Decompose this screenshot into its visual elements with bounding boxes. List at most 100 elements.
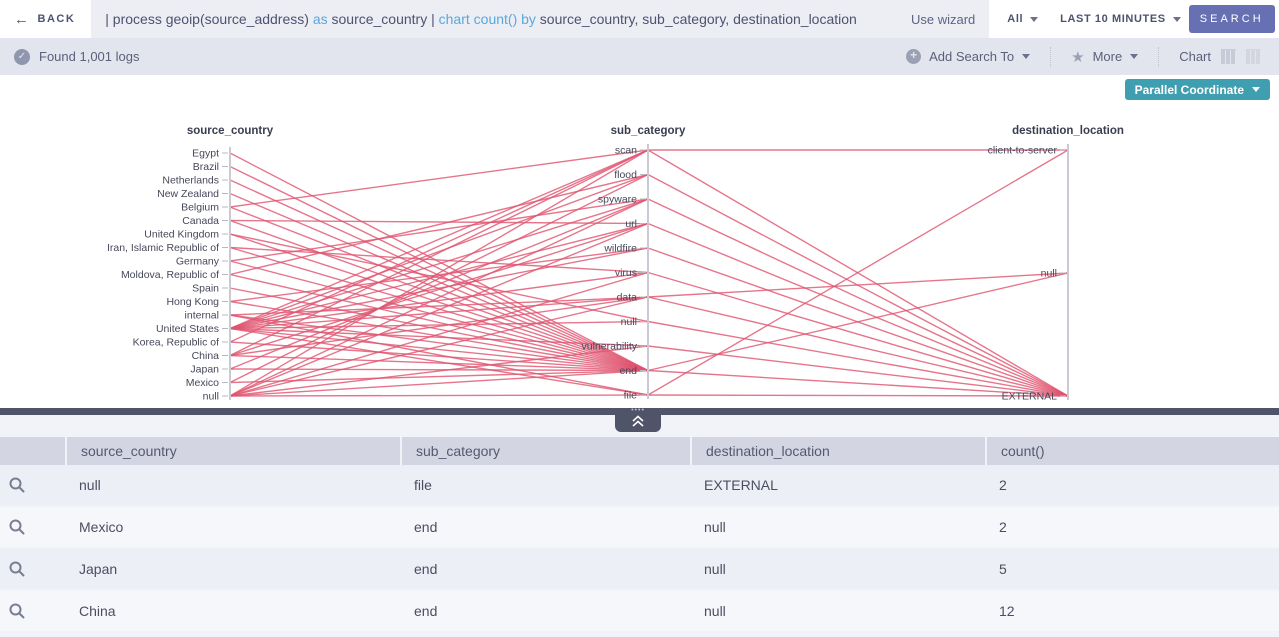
add-search-to-dropdown[interactable]: + Add Search To xyxy=(906,49,1030,64)
chevron-down-icon xyxy=(1173,17,1181,22)
chart-label: Chart xyxy=(1179,49,1211,64)
use-wizard-link[interactable]: Use wizard xyxy=(897,12,975,27)
svg-text:Korea, Republic of: Korea, Republic of xyxy=(133,337,219,349)
table-cell: file xyxy=(400,477,690,493)
svg-text:spyware: spyware xyxy=(598,194,637,206)
svg-text:EXTERNAL: EXTERNAL xyxy=(1002,391,1058,403)
table-cell: 2 xyxy=(985,519,1279,535)
svg-text:Iran, Islamic Republic of: Iran, Islamic Republic of xyxy=(107,242,219,254)
column-header-destination-location[interactable]: destination_location xyxy=(690,437,985,465)
dense-grid-view-icon[interactable] xyxy=(1246,49,1261,64)
svg-text:wildfire: wildfire xyxy=(603,243,637,255)
svg-text:file: file xyxy=(624,390,638,402)
svg-text:client-to-server: client-to-server xyxy=(988,145,1058,157)
svg-text:China: China xyxy=(192,350,220,362)
column-header-source-country[interactable]: source_country xyxy=(65,437,400,465)
svg-text:null: null xyxy=(621,316,637,328)
check-circle-icon: ✓ xyxy=(14,49,30,65)
chevron-down-icon xyxy=(1030,17,1038,22)
table-cell: end xyxy=(400,519,690,535)
table-cell: null xyxy=(690,519,985,535)
svg-text:Spain: Spain xyxy=(192,283,219,295)
svg-text:United States: United States xyxy=(156,323,219,335)
table-row[interactable]: Japanendnull5 xyxy=(0,549,1279,589)
svg-text:United Kingdom: United Kingdom xyxy=(144,229,219,241)
query-input[interactable]: | process geoip(source_address) as sourc… xyxy=(105,11,897,27)
svg-text:internal: internal xyxy=(185,310,219,322)
table-cell: 12 xyxy=(985,603,1279,619)
collapse-table-button[interactable]: •••• xyxy=(615,408,661,432)
svg-text:Germany: Germany xyxy=(176,256,220,268)
top-search-bar: ← BACK | process geoip(source_address) a… xyxy=(0,0,1279,38)
svg-text:New Zealand: New Zealand xyxy=(157,188,219,200)
query-keyword: as xyxy=(313,11,328,27)
table-cell: 5 xyxy=(985,561,1279,577)
svg-text:null: null xyxy=(1041,268,1057,280)
add-search-to-label: Add Search To xyxy=(929,49,1014,64)
svg-text:end: end xyxy=(619,365,637,377)
svg-text:Belgium: Belgium xyxy=(181,202,219,214)
svg-text:Japan: Japan xyxy=(190,364,219,376)
row-icon-cell xyxy=(0,560,65,578)
table-row[interactable]: Chinaendnull12 xyxy=(0,591,1279,631)
row-icon-cell xyxy=(0,602,65,620)
plus-circle-icon: + xyxy=(906,49,921,64)
chevron-down-icon xyxy=(1022,54,1030,59)
chevron-down-icon xyxy=(1130,54,1138,59)
magnifier-icon[interactable] xyxy=(8,602,26,620)
magnifier-icon[interactable] xyxy=(8,518,26,536)
svg-text:virus: virus xyxy=(615,267,637,279)
panel-divider[interactable]: •••• xyxy=(0,408,1279,415)
chart-type-dropdown[interactable]: Parallel Coordinate xyxy=(1125,79,1270,100)
svg-text:Moldova, Republic of: Moldova, Republic of xyxy=(121,269,219,281)
table-cell: Mexico xyxy=(65,519,400,535)
chevron-down-icon xyxy=(1252,87,1260,92)
double-chevron-up-icon xyxy=(629,414,647,427)
search-status: ✓ Found 1,001 logs xyxy=(14,49,139,65)
table-row[interactable]: nullfileEXTERNAL2 xyxy=(0,465,1279,505)
search-button[interactable]: SEARCH xyxy=(1189,5,1275,33)
scope-label: All xyxy=(1007,13,1023,25)
svg-text:data: data xyxy=(617,292,638,304)
time-range-dropdown[interactable]: LAST 10 MINUTES xyxy=(1060,13,1181,25)
table-body: nullfileEXTERNAL2Mexicoendnull2Japanendn… xyxy=(0,465,1279,631)
svg-text:Brazil: Brazil xyxy=(193,161,219,173)
svg-text:sub_category: sub_category xyxy=(611,125,686,137)
more-dropdown[interactable]: ★ More xyxy=(1071,48,1138,66)
column-header-count[interactable]: count() xyxy=(985,437,1279,465)
table-cell: null xyxy=(690,561,985,577)
svg-text:Egypt: Egypt xyxy=(192,148,219,160)
svg-text:Netherlands: Netherlands xyxy=(162,175,219,187)
row-icon-cell xyxy=(0,476,65,494)
svg-text:scan: scan xyxy=(615,145,637,157)
table-cell: end xyxy=(400,561,690,577)
table-cell: end xyxy=(400,603,690,619)
row-icon-cell xyxy=(0,518,65,536)
query-field[interactable]: | process geoip(source_address) as sourc… xyxy=(91,0,989,38)
toolbar-separator xyxy=(1158,47,1159,67)
svg-text:Hong Kong: Hong Kong xyxy=(166,296,219,308)
table-row[interactable]: Mexicoendnull2 xyxy=(0,507,1279,547)
table-header-row: source_countrysub_categorydestination_lo… xyxy=(0,437,1279,465)
back-arrow-icon: ← xyxy=(14,11,31,28)
scope-dropdown[interactable]: All xyxy=(1007,13,1038,25)
svg-text:source_country: source_country xyxy=(187,125,274,137)
grid-view-icon[interactable] xyxy=(1221,49,1236,64)
svg-text:url: url xyxy=(625,218,637,230)
svg-text:Mexico: Mexico xyxy=(186,377,219,389)
table-cell: China xyxy=(65,603,400,619)
query-text: source_country | xyxy=(328,11,439,27)
table-cell: null xyxy=(65,477,400,493)
svg-text:Canada: Canada xyxy=(182,215,219,227)
back-button[interactable]: ← BACK xyxy=(0,0,91,38)
query-text: source_country, sub_category, destinatio… xyxy=(536,11,857,27)
results-toolbar: ✓ Found 1,001 logs + Add Search To ★ Mor… xyxy=(0,38,1279,75)
more-label: More xyxy=(1093,49,1123,64)
column-header-sub-category[interactable]: sub_category xyxy=(400,437,690,465)
parallel-coordinates-chart[interactable]: EgyptBrazil NetherlandsNew Zealand Belgium… xyxy=(0,75,1279,408)
magnifier-icon[interactable] xyxy=(8,560,26,578)
toolbar-separator xyxy=(1050,47,1051,67)
magnifier-icon[interactable] xyxy=(8,476,26,494)
chart-type-label: Parallel Coordinate xyxy=(1135,83,1244,97)
table-cell: null xyxy=(690,603,985,619)
